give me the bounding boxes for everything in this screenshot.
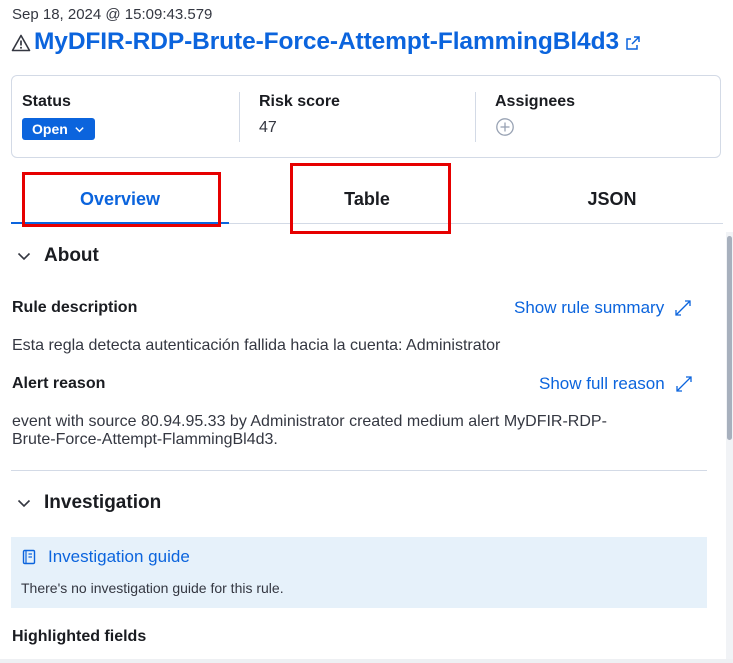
risk-score-section: Risk score 47	[239, 76, 475, 157]
alert-timestamp: Sep 18, 2024 @ 15:09:43.579	[12, 6, 213, 23]
assignees-label: Assignees	[495, 93, 576, 110]
alert-reason-label: Alert reason	[12, 375, 106, 392]
about-section-title: About	[44, 245, 99, 266]
section-divider	[11, 470, 707, 471]
annotation-box-overview	[22, 172, 221, 227]
alert-reason-text-line-1: event with source 80.94.95.33 by Adminis…	[12, 413, 607, 430]
tab-json[interactable]: JSON	[506, 175, 718, 223]
alert-title-row: MyDFIR-RDP-Brute-Force-Attempt-FlammingB…	[11, 28, 641, 56]
status-value: Open	[32, 121, 68, 137]
status-dropdown-button[interactable]: Open	[22, 118, 95, 140]
show-rule-summary-text: Show rule summary	[514, 298, 665, 317]
chevron-down-icon	[17, 499, 31, 508]
assignees-section: Assignees	[475, 76, 720, 157]
expand-icon	[675, 300, 691, 316]
about-section-toggle[interactable]: About	[16, 245, 99, 267]
alert-summary-panel: Status Open Risk score 47 Assignees	[11, 75, 721, 158]
status-section: Status Open	[12, 76, 239, 157]
alert-details-flyout: Sep 18, 2024 @ 15:09:43.579 MyDFIR-RDP-B…	[0, 0, 733, 663]
annotation-box-table	[290, 163, 451, 234]
scrollbar-thumb[interactable]	[727, 236, 732, 440]
warning-icon	[11, 34, 31, 51]
risk-score-value: 47	[259, 119, 277, 136]
highlighted-fields-label: Highlighted fields	[12, 628, 147, 645]
book-icon	[22, 549, 36, 565]
show-full-reason-link[interactable]: Show full reason	[539, 374, 693, 394]
rule-description-text: Esta regla detecta autenticación fallida…	[12, 337, 501, 354]
popout-icon[interactable]	[625, 35, 641, 51]
show-rule-summary-link[interactable]: Show rule summary	[514, 298, 692, 318]
chevron-down-icon	[17, 252, 31, 261]
risk-score-label: Risk score	[259, 93, 340, 110]
investigation-guide-link[interactable]: Investigation guide	[21, 547, 697, 567]
investigation-section-toggle[interactable]: Investigation	[16, 492, 161, 514]
plus-circle-icon[interactable]	[495, 117, 515, 137]
investigation-guide-text: There's no investigation guide for this …	[21, 580, 284, 596]
alert-reason-text-line-2: Brute-Force-Attempt-FlammingBl4d3.	[12, 431, 278, 448]
rule-description-label: Rule description	[12, 299, 138, 316]
investigation-guide-callout: Investigation guide There's no investiga…	[11, 537, 707, 608]
bottom-edge	[0, 659, 733, 663]
show-full-reason-text: Show full reason	[539, 374, 665, 393]
investigation-guide-title: Investigation guide	[48, 547, 190, 566]
investigation-section-title: Investigation	[44, 492, 162, 513]
status-label: Status	[22, 93, 71, 110]
expand-icon	[676, 376, 692, 392]
chevron-down-icon	[75, 126, 84, 132]
alert-title-link[interactable]: MyDFIR-RDP-Brute-Force-Attempt-FlammingB…	[34, 28, 619, 56]
